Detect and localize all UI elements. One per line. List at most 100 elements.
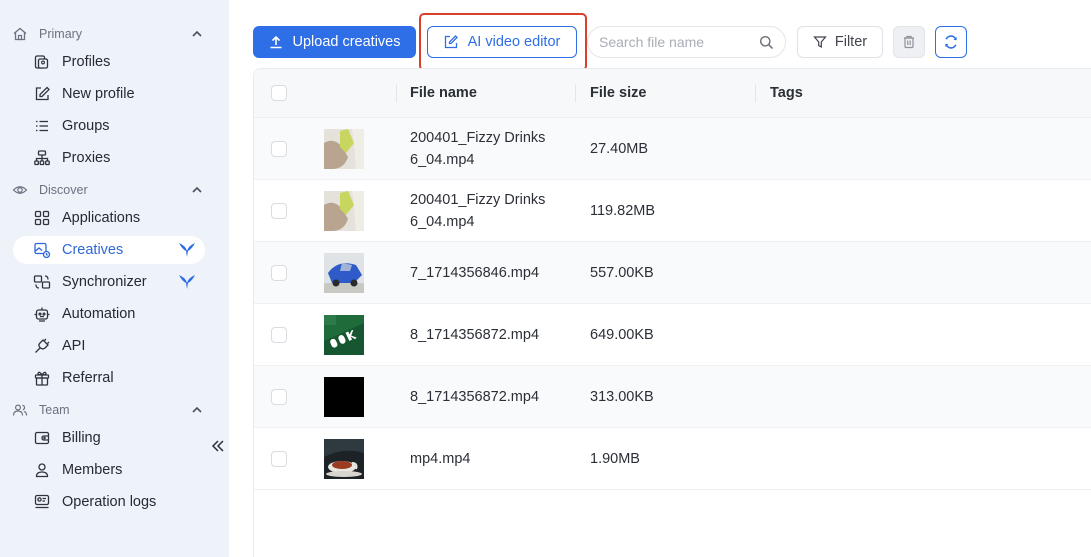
table-row[interactable]: 7_1714356846.mp4 557.00KB: [254, 242, 1091, 304]
video-thumbnail[interactable]: [324, 191, 364, 231]
user-icon: [33, 461, 51, 479]
column-divider: [755, 84, 756, 102]
sidebar-item-proxies[interactable]: Proxies: [13, 144, 205, 172]
section-primary-label: Primary: [39, 27, 83, 41]
row-checkbox[interactable]: [271, 327, 287, 343]
delete-button[interactable]: [893, 26, 925, 58]
table-row[interactable]: 200401_Fizzy Drinks 6_04.mp4 27.40MB: [254, 118, 1091, 180]
sidebar-item-label: New profile: [62, 86, 135, 102]
team-icon: [12, 402, 28, 418]
file-size: 1.90MB: [590, 451, 640, 467]
bird-badge-icon: [179, 243, 195, 257]
file-name: 7_1714356846.mp4: [410, 265, 540, 281]
gift-icon: [33, 369, 51, 387]
sidebar-item-label: Creatives: [62, 242, 124, 258]
highlight-box: [419, 13, 587, 71]
file-name: 8_1714356872.mp4: [410, 327, 540, 343]
sidebar-item-label: Profiles: [62, 54, 111, 70]
chevron-up-icon[interactable]: [190, 403, 204, 417]
file-name: 200401_Fizzy Drinks 6_04.mp4: [410, 130, 546, 168]
row-checkbox[interactable]: [271, 389, 287, 405]
file-size: 557.00KB: [590, 265, 654, 281]
sidebar-item-applications[interactable]: Applications: [13, 204, 205, 232]
column-header-file-name[interactable]: File name: [410, 85, 477, 101]
logs-icon: [33, 493, 51, 511]
sync-icon: [33, 273, 51, 291]
column-divider: [575, 84, 576, 102]
table-row[interactable]: 8_1714356872.mp4 313.00KB: [254, 366, 1091, 428]
section-primary-header[interactable]: Primary: [12, 23, 212, 45]
grid-icon: [33, 209, 51, 227]
network-icon: [33, 149, 51, 167]
sidebar-item-label: Referral: [62, 370, 114, 386]
robot-icon: [33, 305, 51, 323]
upload-creatives-button[interactable]: Upload creatives: [253, 26, 416, 58]
column-header-file-size[interactable]: File size: [590, 85, 646, 101]
search-icon[interactable]: [759, 35, 774, 50]
column-divider: [396, 84, 397, 102]
home-icon: [12, 26, 28, 42]
sidebar-item-label: Synchronizer: [62, 274, 147, 290]
creatives-table: File name File size Tags 200401_Fizzy Dr…: [253, 68, 1091, 557]
bird-badge-icon: [179, 275, 195, 289]
section-team-header[interactable]: Team: [12, 399, 212, 421]
video-thumbnail[interactable]: [324, 129, 364, 169]
sidebar: Primary Profiles New profile Groups Prox…: [0, 0, 229, 557]
sidebar-item-operation-logs[interactable]: Operation logs: [13, 488, 205, 516]
sidebar-item-synchronizer[interactable]: Synchronizer: [13, 268, 205, 296]
table-row[interactable]: 200401_Fizzy Drinks 6_04.mp4 119.82MB: [254, 180, 1091, 242]
video-thumbnail[interactable]: [324, 315, 364, 355]
sidebar-item-label: Groups: [62, 118, 110, 134]
search-box[interactable]: [587, 26, 786, 58]
sidebar-item-label: Applications: [62, 210, 141, 226]
sidebar-item-new-profile[interactable]: New profile: [13, 80, 205, 108]
file-name: 200401_Fizzy Drinks 6_04.mp4: [410, 192, 546, 230]
table-header: File name File size Tags: [254, 69, 1091, 118]
file-name: mp4.mp4: [410, 451, 471, 467]
sidebar-item-groups[interactable]: Groups: [13, 112, 205, 140]
table-row[interactable]: mp4.mp4 1.90MB: [254, 428, 1091, 490]
row-checkbox[interactable]: [271, 141, 287, 157]
row-checkbox[interactable]: [271, 451, 287, 467]
profiles-icon: [33, 53, 51, 71]
sidebar-item-automation[interactable]: Automation: [13, 300, 205, 328]
search-input[interactable]: [599, 34, 749, 50]
video-thumbnail[interactable]: [324, 253, 364, 293]
filter-button[interactable]: Filter: [797, 26, 883, 58]
api-plug-icon: [33, 337, 51, 355]
chevron-up-icon[interactable]: [190, 183, 204, 197]
upload-creatives-label: Upload creatives: [292, 34, 401, 50]
sidebar-item-referral[interactable]: Referral: [13, 364, 205, 392]
section-discover-label: Discover: [39, 183, 88, 197]
sidebar-item-profiles[interactable]: Profiles: [13, 48, 205, 76]
sidebar-item-label: Members: [62, 462, 123, 478]
file-size: 119.82MB: [590, 203, 656, 219]
column-header-tags[interactable]: Tags: [770, 85, 803, 101]
video-thumbnail[interactable]: [324, 377, 364, 417]
sidebar-item-api[interactable]: API: [13, 332, 205, 360]
file-size: 649.00KB: [590, 327, 654, 343]
row-checkbox[interactable]: [271, 203, 287, 219]
upload-icon: [270, 35, 281, 49]
main-content: Upload creatives AI video editor Filter …: [229, 0, 1091, 557]
refresh-button[interactable]: [935, 26, 967, 58]
list-icon: [33, 117, 51, 135]
trash-icon: [904, 35, 914, 49]
table-row[interactable]: 8_1714356872.mp4 649.00KB: [254, 304, 1091, 366]
sidebar-item-members[interactable]: Members: [13, 456, 205, 484]
sidebar-item-label: Billing: [62, 430, 101, 446]
sidebar-item-label: Operation logs: [62, 494, 157, 510]
file-name: 8_1714356872.mp4: [410, 389, 540, 405]
section-discover-header[interactable]: Discover: [12, 179, 212, 201]
row-checkbox[interactable]: [271, 265, 287, 281]
sidebar-item-creatives[interactable]: Creatives: [13, 236, 205, 264]
video-thumbnail[interactable]: [324, 439, 364, 479]
filter-icon: [813, 36, 827, 49]
creatives-icon: [33, 241, 51, 259]
file-size: 27.40MB: [590, 141, 649, 157]
sidebar-item-label: API: [62, 338, 86, 354]
chevron-up-icon[interactable]: [190, 27, 204, 41]
select-all-checkbox[interactable]: [271, 85, 287, 101]
collapse-sidebar-icon[interactable]: [210, 438, 226, 454]
sidebar-item-billing[interactable]: Billing: [13, 424, 205, 452]
